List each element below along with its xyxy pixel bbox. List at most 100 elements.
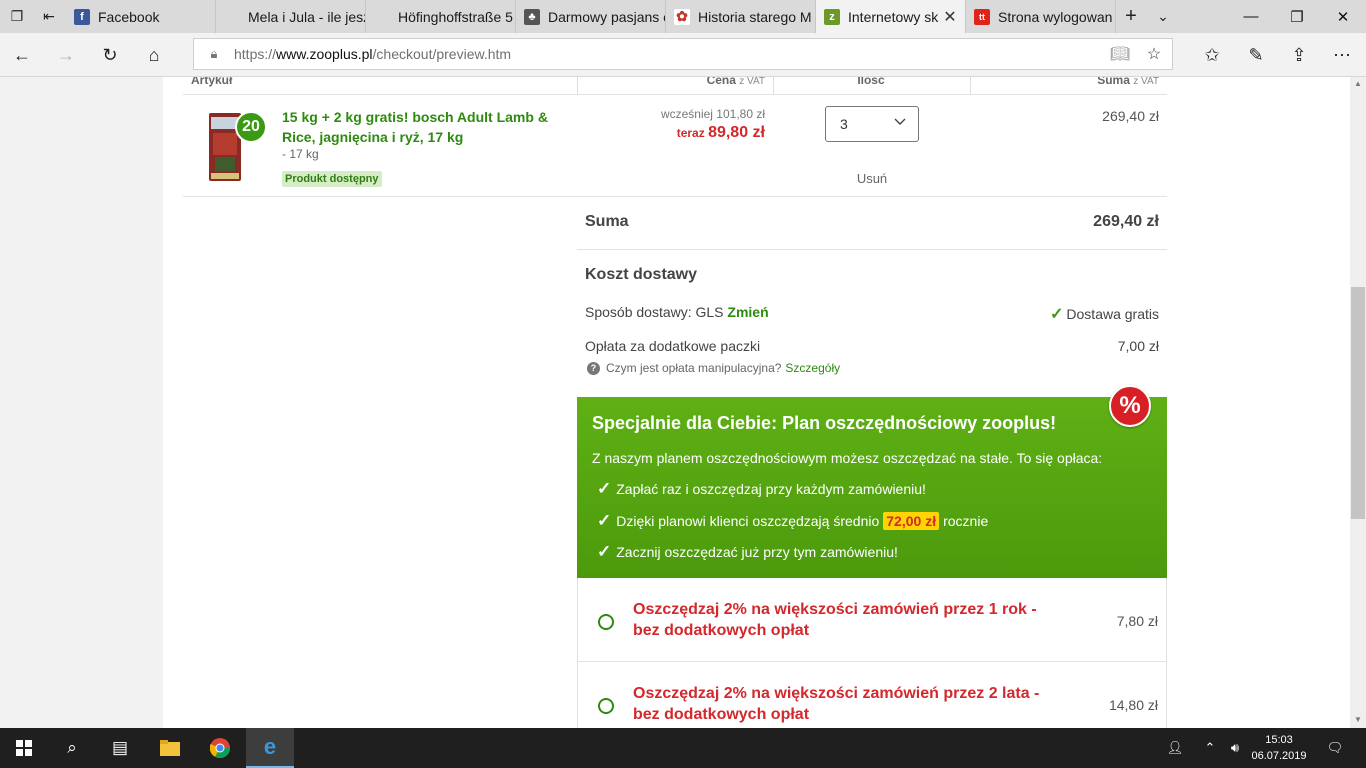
savings-plan-banner: Specjalnie dla Ciebie: Plan oszczędności… (577, 397, 1167, 578)
back-icon[interactable]: ← (4, 37, 40, 73)
savings-plan-bullet: ✓ Zacznij oszczędzać już przy tym zamówie… (597, 542, 898, 561)
close-tab-icon[interactable]: ✕ (939, 7, 961, 27)
navigation-bar: ← → ↻ ⌂ 🔒︎ https://www.zooplus.pl/checko… (0, 33, 1366, 77)
savings-option-2-years[interactable]: Oszczędzaj 2% na większości zamówień prz… (577, 662, 1167, 728)
shipping-method: Sposób dostawy: GLS Zmień (585, 304, 769, 320)
tab-hofinghoffstrasse[interactable]: Höfinghoffstraße 5 (366, 0, 516, 33)
close-window-icon[interactable]: ✕ (1320, 0, 1366, 33)
question-icon: ? (587, 361, 600, 375)
scroll-up-icon[interactable]: ▲ (1350, 79, 1366, 88)
set-aside-tabs-icon[interactable]: ⇤ (32, 0, 66, 33)
task-view-icon[interactable]: ▤ (96, 728, 144, 768)
url-text: https://www.zooplus.pl/checkout/preview.… (234, 46, 512, 62)
change-shipping-link[interactable]: Zmień (727, 304, 768, 320)
quantity-value: 3 (840, 116, 848, 132)
divider (183, 196, 1167, 197)
col-header-price: Cena z VAT (706, 77, 765, 87)
col-header-sum: Suma z VAT (1097, 77, 1159, 87)
extra-package-label: Opłata za dodatkowe paczki (585, 338, 761, 354)
search-icon[interactable]: ⌕ (48, 728, 96, 768)
tab-bar: ❐ ⇤ f Facebook Mela i Jula - ile jesz Hö… (0, 0, 1366, 33)
volume-icon[interactable]: 🔊︎ (1222, 728, 1248, 768)
chevron-down-icon[interactable]: ⌄ (1146, 0, 1180, 33)
scrollbar-thumb[interactable] (1351, 287, 1365, 519)
more-options-icon[interactable]: ⋯ (1324, 37, 1360, 73)
sum-value: 269,40 zł (1093, 213, 1159, 230)
radio-button[interactable] (598, 698, 614, 714)
savings-option-label: Oszczędzaj 2% na większości zamówień prz… (633, 685, 1040, 723)
price-before: wcześniej 101,80 zł (660, 107, 765, 121)
check-icon: ✓ (597, 479, 612, 498)
free-shipping: ✓ Dostawa gratis (1050, 306, 1159, 323)
tab-title: Internetowy sk (848, 8, 939, 25)
details-link[interactable]: Szczegóły (785, 361, 840, 375)
tab-strona-wylogowania[interactable]: tt Strona wylogowan (966, 0, 1116, 33)
col-header-qty: Ilość (857, 77, 885, 87)
tab-zooplus[interactable]: z Internetowy sk ✕ (816, 0, 966, 33)
notifications-icon[interactable]: 🗨︎ (1322, 728, 1348, 768)
tab-historia-starego[interactable]: ✿ Historia starego M (666, 0, 816, 33)
clock-date: 06.07.2019 (1251, 750, 1307, 762)
price-now: teraz 89,80 zł (676, 124, 765, 141)
facebook-icon: f (74, 8, 90, 25)
edge-icon[interactable]: e (246, 728, 294, 768)
tab-title: Höfinghoffstraße 5 (398, 8, 513, 25)
chrome-icon[interactable] (196, 728, 244, 768)
tab-darmowy-pasjans[interactable]: ♣ Darmowy pasjans c (516, 0, 666, 33)
file-explorer-icon[interactable] (146, 728, 194, 768)
refresh-icon[interactable]: ↻ (92, 37, 128, 73)
divider (970, 77, 971, 95)
remove-item-link[interactable]: Usuń (825, 171, 919, 186)
clock-time: 15:03 (1265, 734, 1293, 746)
product-name-link[interactable]: 15 kg + 2 kg gratis! bosch Adult Lamb & … (282, 107, 572, 147)
address-bar[interactable]: 🔒︎ https://www.zooplus.pl/checkout/previ… (193, 38, 1173, 70)
clock[interactable]: 15:03 06.07.2019 (1250, 732, 1308, 764)
flower-icon: ✿ (674, 8, 690, 25)
shipping-title: Koszt dostawy (585, 266, 698, 283)
home-icon[interactable]: ⌂ (136, 37, 172, 73)
quantity-select[interactable]: 3 (825, 106, 919, 142)
favorite-star-icon[interactable]: ☆ (1138, 39, 1170, 69)
reading-view-icon[interactable]: 📖︎ (1104, 39, 1136, 69)
product-image-badge: 20 (242, 118, 260, 135)
tab-title: Strona wylogowan (998, 8, 1113, 25)
divider (577, 77, 578, 95)
cards-icon: ♣ (524, 8, 540, 25)
product-image[interactable]: 20 (207, 109, 267, 184)
tab-title: Mela i Jula - ile jesz (248, 8, 365, 25)
minimize-icon[interactable]: — (1228, 0, 1274, 33)
savings-plan-bullet: ✓ Dzięki planowi klienci oszczędzają śred… (597, 511, 989, 530)
savings-option-label: Oszczędzaj 2% na większości zamówień prz… (633, 601, 1037, 639)
favorites-hub-icon[interactable]: ✩ (1194, 37, 1230, 73)
new-tab-icon[interactable]: + (1114, 0, 1148, 33)
tab-overview-icon[interactable]: ❐ (0, 0, 34, 33)
lock-icon: 🔒︎ (210, 46, 218, 61)
col-header-article: Artykuł (191, 77, 233, 87)
savings-option-price: 7,80 zł (1116, 613, 1158, 629)
divider (183, 94, 1167, 95)
zooplus-icon: z (824, 8, 840, 25)
check-icon: ✓ (597, 511, 612, 530)
sum-label: Suma (585, 213, 629, 230)
radio-button[interactable] (598, 614, 614, 630)
people-icon[interactable]: 👤︎ (1162, 728, 1188, 768)
line-total: 269,40 zł (1102, 108, 1159, 124)
taskbar: ⌕ ▤ e 👤︎ ⌃ 🔊︎ 15:03 06.07.2019 🗨︎ (0, 728, 1366, 768)
savings-option-price: 14,80 zł (1108, 697, 1158, 713)
percent-badge-icon: % (1109, 385, 1151, 427)
tab-title: Facebook (98, 8, 160, 25)
chevron-up-icon[interactable]: ⌃ (1197, 728, 1223, 768)
restore-icon[interactable]: ❐ (1274, 0, 1320, 33)
divider (577, 249, 1167, 250)
tab-mela-i-jula[interactable]: Mela i Jula - ile jesz (216, 0, 366, 33)
product-variant: - 17 kg (282, 147, 319, 161)
tab-title: Historia starego M (698, 8, 812, 25)
vertical-scrollbar[interactable]: ▲ ▼ (1350, 77, 1366, 728)
scroll-down-icon[interactable]: ▼ (1350, 715, 1366, 724)
savings-option-1-year[interactable]: Oszczędzaj 2% na większości zamówień prz… (577, 578, 1167, 662)
windows-start-icon[interactable] (0, 728, 48, 768)
tab-facebook[interactable]: f Facebook (66, 0, 216, 33)
forward-icon[interactable]: → (48, 37, 84, 73)
share-icon[interactable]: ⇪ (1281, 37, 1317, 73)
pen-notes-icon[interactable]: ✎ (1238, 37, 1274, 73)
